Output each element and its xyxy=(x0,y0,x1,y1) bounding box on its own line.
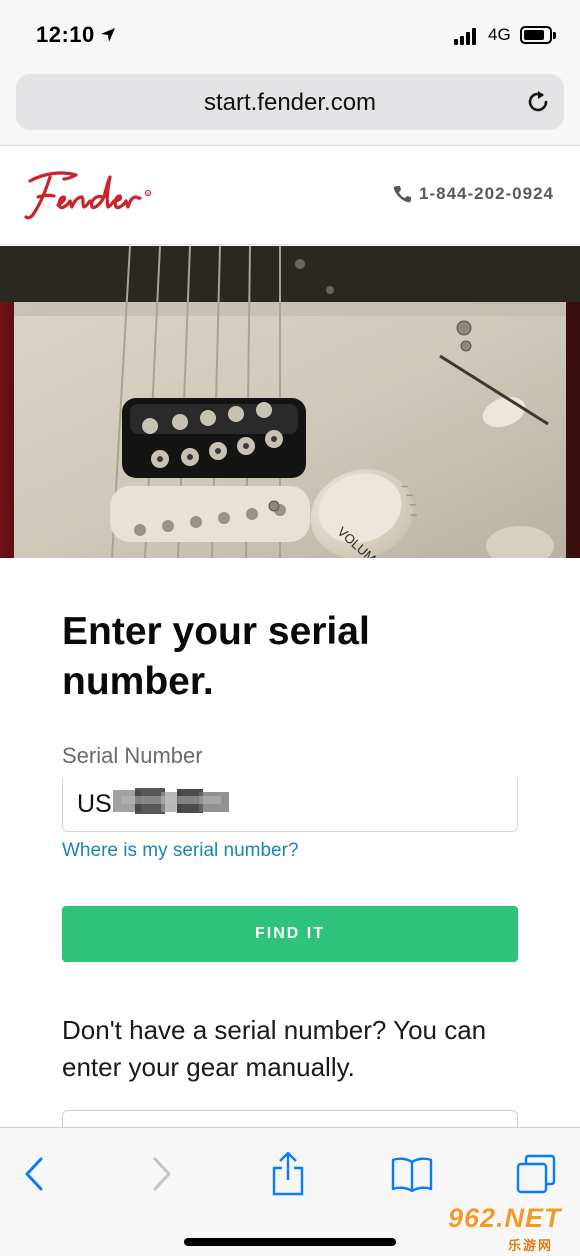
chevron-left-icon xyxy=(25,1157,43,1191)
forward-button[interactable] xyxy=(140,1152,184,1196)
serial-number-input[interactable]: US xyxy=(62,778,518,832)
find-it-button[interactable]: FIND IT xyxy=(62,906,518,962)
status-time: 12:10 xyxy=(36,22,95,47)
status-bar: 12:10 4G xyxy=(0,0,580,66)
tabs-button[interactable] xyxy=(514,1152,558,1196)
network-type: 4G xyxy=(488,25,511,44)
share-button[interactable] xyxy=(266,1152,310,1196)
bookmarks-button[interactable] xyxy=(390,1152,434,1196)
phone-number: 1-844-202-0924 xyxy=(419,184,554,203)
manual-entry-prompt: Don't have a serial number? You can ente… xyxy=(62,1015,487,1082)
signal-strength-icon xyxy=(454,27,480,45)
tabs-icon xyxy=(516,1154,556,1194)
hero-guitar-image: VOLUME xyxy=(0,246,580,558)
phone-contact[interactable]: 1-844-202-0924 xyxy=(393,184,554,204)
share-icon xyxy=(272,1152,304,1196)
site-header: R 1-844-202-0924 xyxy=(0,147,580,245)
battery-icon xyxy=(520,26,556,44)
redacted-serial-blur xyxy=(113,788,229,814)
serial-number-value: US xyxy=(77,790,112,818)
serial-help-link[interactable]: Where is my serial number? xyxy=(62,840,299,862)
back-button[interactable] xyxy=(12,1152,56,1196)
site-watermark: 962.NET 乐游网 xyxy=(444,1203,574,1253)
home-indicator xyxy=(184,1238,396,1246)
book-icon xyxy=(391,1157,433,1192)
fender-logo[interactable]: R xyxy=(24,167,164,225)
chevron-right-icon xyxy=(153,1157,171,1191)
url-text: start.fender.com xyxy=(203,89,377,116)
page-title: Enter your serial number. xyxy=(62,610,370,703)
serial-number-label: Serial Number xyxy=(62,743,203,768)
location-arrow-icon xyxy=(101,28,115,42)
watermark-bottom: 乐游网 xyxy=(508,1238,554,1253)
watermark-top: 962.NET xyxy=(448,1203,562,1233)
phone-icon xyxy=(393,186,412,203)
browser-address-bar: start.fender.com xyxy=(0,66,580,146)
svg-text:R: R xyxy=(147,191,150,196)
reload-icon[interactable] xyxy=(524,88,552,116)
url-field[interactable]: start.fender.com xyxy=(16,74,564,130)
